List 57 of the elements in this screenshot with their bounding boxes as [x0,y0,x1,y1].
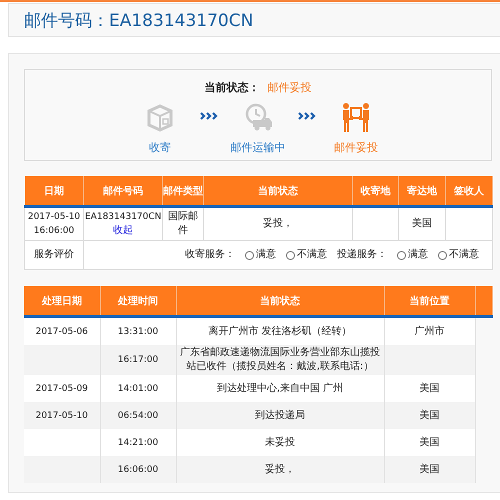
location-cell: 美国 [384,429,475,456]
time-cell: 16:17:00 [100,345,176,375]
step-label: 邮件妥投 [334,140,378,155]
status-cell: 到达投递局 [176,402,384,429]
rating-label: 服务评价 [24,240,84,270]
status-value: 邮件妥投 [268,80,312,94]
step-label: 收寄 [149,140,171,155]
radio-button[interactable] [286,250,295,260]
status-cell: 妥投， [176,456,384,483]
column-header: 签收人 [446,176,492,206]
date-cell: 2017-05-10 [24,402,100,429]
rating-group-label: 收寄服务： [185,248,235,262]
status-cell: 到达处理中心,来自中国 广州 [176,375,384,402]
time-cell: 13:31:00 [100,316,176,345]
column-header: 当前状态 [176,286,384,316]
tracking-number-title: 邮件号码：EA183143170CN [23,10,254,33]
radio-label: 不满意 [297,248,327,262]
column-header: 当前位置 [384,286,475,316]
destination-cell: 美国 [398,206,446,240]
column-header: 处理时间 [100,286,176,316]
column-header: 邮件号码 [84,176,162,206]
column-header: 收寄地 [352,176,398,206]
tracking-number-cell: EA183143170CN [85,212,162,222]
radio-button[interactable] [438,250,447,260]
time-cell: 14:21:00 [100,429,176,456]
status-cell: 广东省邮政速递物流国际业务营业部东山揽投站已收件（揽投员姓名：戴波,联系电话:） [176,345,384,375]
radio-label: 不满意 [449,248,479,262]
location-cell: 广州市 [384,316,475,345]
column-header: 邮件类型 [162,176,204,206]
mail-type-cell: 国际邮件 [162,206,204,240]
location-cell: 美国 [384,375,475,402]
collapse-link[interactable]: 收起 [113,225,133,236]
empty-column-header [475,286,492,316]
time-cell: 16:06:00 [100,456,176,483]
chevrons-icon [200,112,218,120]
date-cell: 2017-05-09 [24,375,100,402]
date-cell: 2017-05-10 16:06:00 [24,206,84,240]
radio-label: 满意 [256,248,276,262]
radio-button[interactable] [397,250,406,260]
rating-group-label: 投递服务： [337,248,387,262]
step-label: 邮件运输中 [230,140,286,155]
radio-button[interactable] [245,250,254,260]
column-header: 当前状态 [204,176,352,206]
location-cell: 美国 [384,402,475,429]
chevrons-icon [298,112,316,120]
radio-label: 满意 [408,248,428,262]
status-cell: 未妥投 [176,429,384,456]
time-cell: 14:01:00 [100,375,176,402]
status-cell: 离开广州市 发往洛杉矶（经转） [176,316,384,345]
location-cell: 美国 [384,456,475,483]
date-cell: 2017-05-06 [24,316,100,345]
column-header: 处理日期 [24,286,100,316]
status-label: 当前状态： [204,80,260,94]
time-cell: 06:54:00 [100,402,176,429]
column-header: 日期 [24,176,84,206]
column-header: 寄达地 [398,176,446,206]
status-cell: 妥投， [204,206,352,240]
